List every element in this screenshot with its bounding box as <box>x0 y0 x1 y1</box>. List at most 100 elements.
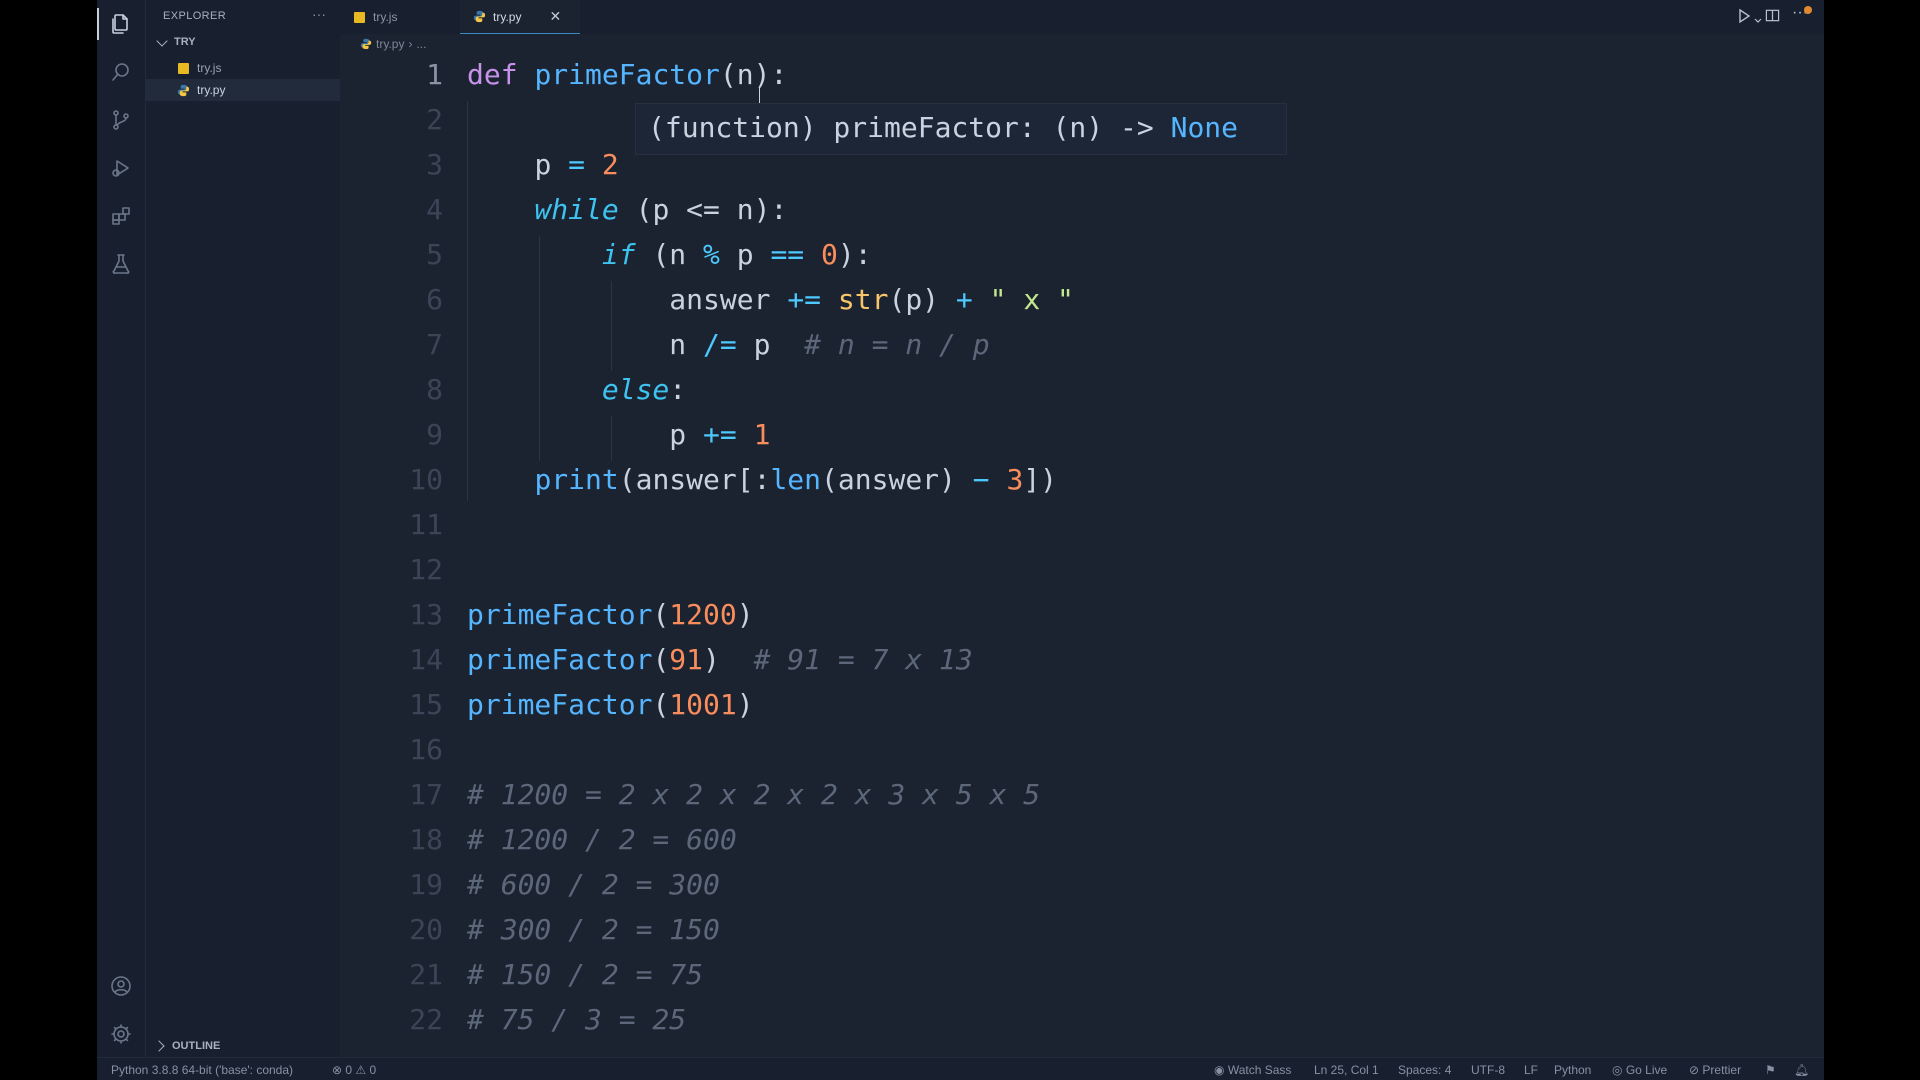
vscode-window: EXPLORER ··· TRY try.js try.py OUTLINE t… <box>97 0 1824 1080</box>
code-line-7: n /= p # n = n / p <box>669 328 990 361</box>
code-line-1: def primeFactor(n): <box>467 58 788 91</box>
breadcrumb-separator: › <box>408 37 413 51</box>
code-line-15: primeFactor(1001) <box>467 688 754 721</box>
code-line-9: p += 1 <box>669 418 771 451</box>
line-number: 21 <box>409 958 443 991</box>
code-line-8: else: <box>601 373 687 406</box>
chevron-right-icon <box>153 1040 165 1052</box>
line-number: 1 <box>426 58 443 91</box>
line-number: 18 <box>409 823 443 856</box>
source-control-icon[interactable] <box>97 96 145 144</box>
code-line-21: # 150 / 2 = 75 <box>467 958 704 991</box>
account-icon[interactable] <box>97 962 145 1010</box>
code-line-22: # 75 / 3 = 25 <box>467 1003 687 1036</box>
breadcrumb-rest[interactable]: ... <box>416 37 426 51</box>
code-line-14: primeFactor(91) # 91 = 7 x 13 <box>467 643 973 676</box>
encoding[interactable]: UTF-8 <box>1471 1063 1505 1077</box>
explorer-sidebar: EXPLORER ··· TRY try.js try.py OUTLINE <box>146 0 340 1057</box>
activity-bar <box>97 0 146 1057</box>
chevron-down-icon <box>156 34 168 47</box>
editor-tabs: try.js try.py ✕ ··· <box>340 0 1824 34</box>
code-line-19: # 600 / 2 = 300 <box>467 868 720 901</box>
line-number: 6 <box>426 283 443 316</box>
tab-try-js[interactable]: try.js <box>340 0 452 34</box>
code-line-17: # 1200 = 2 x 2 x 2 x 2 x 3 x 5 x 5 <box>467 778 1041 811</box>
tab-label: try.py <box>493 9 522 24</box>
close-icon[interactable]: ✕ <box>549 8 561 25</box>
run-python-file-icon[interactable] <box>1736 8 1752 27</box>
python-file-icon <box>176 83 190 97</box>
hover-tooltip: (function) primeFactor: (n) -> None <box>635 103 1287 155</box>
run-debug-icon[interactable] <box>97 144 145 192</box>
code-editor[interactable]: 1 2 3 4 5 6 7 8 9 10 11 12 13 14 15 16 1… <box>340 56 1820 1056</box>
file-name: try.js <box>197 61 222 75</box>
code-line-5: if (n % p == 0): <box>601 238 872 271</box>
line-number: 14 <box>409 643 443 676</box>
line-number: 3 <box>426 148 443 181</box>
line-number: 2 <box>426 103 443 136</box>
line-number: 17 <box>409 778 443 811</box>
file-item-try-js[interactable]: try.js <box>146 57 340 79</box>
notifications-bell-icon[interactable]: 🔔︎ <box>1794 1063 1809 1077</box>
line-number: 13 <box>409 598 443 631</box>
code-line-6: answer += str(p) + " x " <box>669 283 1074 316</box>
file-name: try.py <box>197 83 226 97</box>
explorer-more-actions[interactable]: ··· <box>312 6 326 22</box>
line-number: 12 <box>409 553 443 586</box>
status-bar: Python 3.8.8 64-bit ('base': conda) ⊗ 0 … <box>97 1057 1824 1080</box>
python-file-icon <box>472 10 486 24</box>
prettier-button[interactable]: ⊘ Prettier <box>1689 1063 1741 1077</box>
code-line-18: # 1200 / 2 = 600 <box>467 823 737 856</box>
file-item-try-py[interactable]: try.py <box>146 79 340 101</box>
code-line-13: primeFactor(1200) <box>467 598 754 631</box>
js-file-icon <box>352 10 366 24</box>
line-number: 15 <box>409 688 443 721</box>
line-number: 8 <box>426 373 443 406</box>
split-editor-icon[interactable] <box>1765 8 1780 26</box>
feedback-icon[interactable]: ⚑ <box>1765 1063 1776 1077</box>
line-number: 19 <box>409 868 443 901</box>
chevron-down-icon[interactable] <box>1754 12 1762 28</box>
breadcrumb-file[interactable]: try.py <box>376 37 404 51</box>
watch-sass-button[interactable]: ◉ Watch Sass <box>1214 1063 1291 1077</box>
outline-title: OUTLINE <box>172 1040 221 1052</box>
indentation[interactable]: Spaces: 4 <box>1398 1063 1451 1077</box>
line-number: 10 <box>409 463 443 496</box>
testing-flask-icon[interactable] <box>97 240 145 288</box>
folder-name: TRY <box>174 36 196 48</box>
folder-try[interactable]: TRY <box>154 34 196 48</box>
explorer-title: EXPLORER <box>163 10 227 22</box>
outline-section[interactable]: OUTLINE <box>151 1040 220 1052</box>
line-number: 11 <box>409 508 443 541</box>
line-number: 4 <box>426 193 443 226</box>
line-number: 5 <box>426 238 443 271</box>
tab-label: try.js <box>373 10 398 24</box>
code-line-10: print(answer[:len(answer) − 3]) <box>534 463 1058 496</box>
line-number: 9 <box>426 418 443 451</box>
python-file-icon <box>360 38 372 50</box>
tab-try-py[interactable]: try.py ✕ <box>460 0 580 34</box>
cursor-position[interactable]: Ln 25, Col 1 <box>1314 1063 1379 1077</box>
search-icon[interactable] <box>97 48 145 96</box>
double-check-icon: ⊘ <box>1689 1063 1703 1077</box>
line-number: 16 <box>409 733 443 766</box>
python-interpreter[interactable]: Python 3.8.8 64-bit ('base': conda) <box>111 1063 293 1077</box>
go-live-button[interactable]: ◎ Go Live <box>1612 1063 1667 1077</box>
line-number: 7 <box>426 328 443 361</box>
line-number: 20 <box>409 913 443 946</box>
code-line-4: while (p <= n): <box>534 193 788 226</box>
explorer-icon[interactable] <box>97 0 145 48</box>
problems-count[interactable]: ⊗ 0 ⚠ 0 <box>332 1063 376 1077</box>
extensions-icon[interactable] <box>97 192 145 240</box>
eye-icon: ◉ <box>1214 1063 1228 1077</box>
modified-indicator-dot <box>1804 6 1812 14</box>
line-number: 22 <box>409 1003 443 1036</box>
broadcast-icon: ◎ <box>1612 1063 1626 1077</box>
code-line-20: # 300 / 2 = 150 <box>467 913 720 946</box>
js-file-icon <box>176 61 190 75</box>
language-mode[interactable]: Python <box>1554 1063 1591 1077</box>
code-line-3: p = 2 <box>534 148 619 181</box>
end-of-line[interactable]: LF <box>1524 1063 1538 1077</box>
settings-gear-icon[interactable] <box>97 1010 145 1058</box>
breadcrumb[interactable]: try.py › ... <box>360 37 426 51</box>
